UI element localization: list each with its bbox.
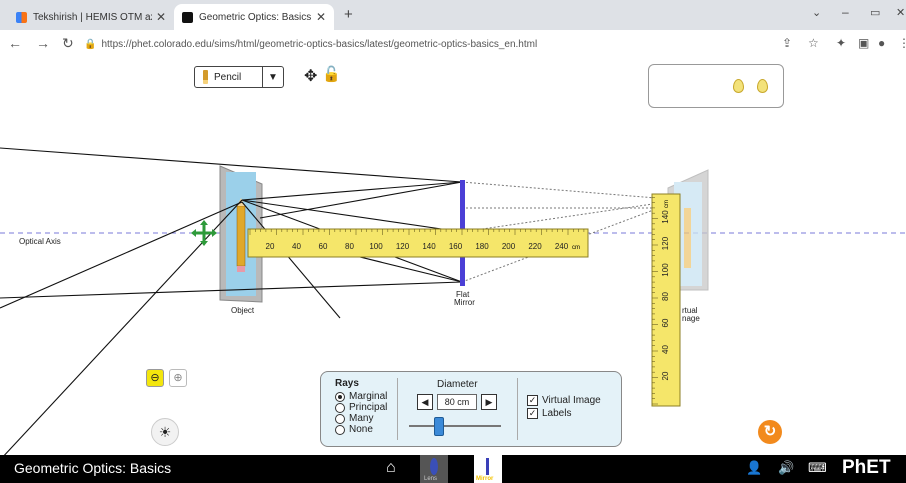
radio-marginal[interactable]: Marginal [335,391,387,402]
ruler-unit: cm [664,200,670,208]
close-tab-icon[interactable]: ✕ [156,10,166,24]
tab-hemis[interactable]: Tekshirish | HEMIS OTM axborot ✕ [8,4,174,30]
browser-tab-strip: Tekshirish | HEMIS OTM axborot ✕ Geometr… [0,0,906,30]
back-icon[interactable]: ← [8,35,22,51]
minimize-icon[interactable]: – [842,5,849,19]
ruler-tick-label: 40 [661,345,670,354]
ruler-tick-label: 20 [266,242,275,251]
mirror-label-line2: Mirror [454,298,475,307]
zoom-out-icon[interactable]: ⊖ [146,369,164,387]
url-text: https://phet.colorado.edu/sims/html/geom… [101,38,538,50]
radio-principal[interactable]: Principal [335,402,387,413]
zoom-in-icon[interactable]: ⊕ [169,369,187,387]
brightness-icon[interactable]: ☀ [151,418,179,446]
rays-title: Rays [335,378,359,389]
ruler-tick-label: 180 [475,242,489,251]
decrease-diameter-icon[interactable]: ◀ [417,394,433,410]
divider [517,378,518,440]
vertical-ruler[interactable]: 20 40 60 80 100 120 140 cm [651,193,681,407]
options-checkboxes: ✓ Virtual Image ✓ Labels [527,394,601,420]
reset-icon[interactable]: ↻ [758,420,782,444]
mirror-icon [486,458,489,475]
ruler-tick-label: 20 [661,371,670,380]
bookmark-star-icon[interactable]: ☆ [808,36,819,50]
ruler-tick-label: 80 [345,242,354,251]
lens-icon [430,458,438,475]
lens-tab-label: Lens [424,476,438,482]
tab-search-chevron-icon[interactable]: ⌄ [812,6,821,19]
radio-many[interactable]: Many [335,413,387,424]
simulation-area: Pencil ▼ ✥ 🔓 20 40 60 80 100 120 140 160… [0,58,906,455]
phet-favicon-icon [182,11,193,23]
phet-logo[interactable]: PhET [842,457,891,479]
keyboard-help-person-icon[interactable]: 👤 [746,460,762,476]
labels-checkbox[interactable]: ✓ Labels [527,407,601,420]
radio-none[interactable]: None [335,424,387,435]
horizontal-ruler[interactable]: 20 40 60 80 100 120 140 160 180 200 220 240 cm [247,228,589,258]
close-window-icon[interactable]: ✕ [896,6,905,19]
profile-icon[interactable]: ● [878,36,885,50]
keyboard-icon[interactable]: ⌨ [808,460,827,476]
diameter-slider-track[interactable] [409,425,501,427]
maximize-icon[interactable]: ▭ [870,6,880,19]
ruler-tick-label: 100 [369,242,383,251]
diameter-value: 80 cm [437,394,477,410]
reload-icon[interactable]: ↻ [62,35,74,52]
new-tab-icon[interactable]: + [344,6,353,23]
sound-icon[interactable]: 🔊 [778,460,794,476]
diameter-title: Diameter [437,379,478,390]
address-bar: ← → ↻ 🔒 https://phet.colorado.edu/sims/h… [0,30,906,59]
tab-title: Geometric Optics: Basics [199,11,312,23]
mirror-tab-label: Mirror [476,476,494,482]
ruler-tick-label: 60 [661,318,670,327]
screen-tab-lens[interactable]: Lens [420,455,448,483]
close-tab-icon[interactable]: ✕ [316,10,326,24]
ruler-tick-label: 140 [422,242,436,251]
ruler-tick-label: 120 [396,242,410,251]
hemis-favicon-icon [16,11,27,23]
lock-icon: 🔒 [84,38,97,50]
ruler-tick-label: 100 [661,263,670,277]
virtual-image-checkbox[interactable]: ✓ Virtual Image [527,394,601,407]
rays-radio-group: Marginal Principal Many None [335,391,387,435]
sim-title: Geometric Optics: Basics [14,460,172,476]
ruler-tick-label: 240 [555,242,569,251]
ruler-tick-label: 80 [661,292,670,301]
increase-diameter-icon[interactable]: ▶ [481,394,497,410]
controls-panel: Rays Marginal Principal Many None Diamet… [320,371,622,447]
forward-icon[interactable]: → [36,35,50,51]
ruler-tick-label: 160 [449,242,463,251]
virtual-image-label-line2: nage [682,314,700,323]
tab-title: Tekshirish | HEMIS OTM axborot [33,11,152,23]
object-label: Object [231,306,255,315]
ruler-tick-label: 40 [292,242,301,251]
ruler-tick-label: 60 [319,242,328,251]
diameter-slider-thumb[interactable] [434,417,444,436]
ruler-unit: cm [572,245,580,251]
ruler-tick-label: 220 [528,242,542,251]
extensions-icon[interactable]: ✦ [836,36,846,50]
url-field[interactable]: 🔒 https://phet.colorado.edu/sims/html/ge… [84,35,784,53]
share-icon[interactable]: ⇪ [782,36,792,50]
ruler-tick-label: 120 [661,236,670,250]
home-icon[interactable]: ⌂ [386,459,396,477]
optical-axis-label: Optical Axis [19,237,61,246]
tab-geometric-optics[interactable]: Geometric Optics: Basics ✕ [174,4,334,30]
screen-tab-mirror[interactable]: Mirror [474,455,502,483]
side-panel-icon[interactable]: ▣ [858,36,869,50]
drag-object-move-icon[interactable] [191,220,217,246]
divider [397,378,398,440]
navigation-bar: Geometric Optics: Basics ⌂ Lens Mirror 👤… [0,455,906,483]
ruler-tick-label: 200 [502,242,516,251]
ruler-tick-label: 140 [661,210,670,224]
menu-icon[interactable]: ⋮ [898,36,906,50]
